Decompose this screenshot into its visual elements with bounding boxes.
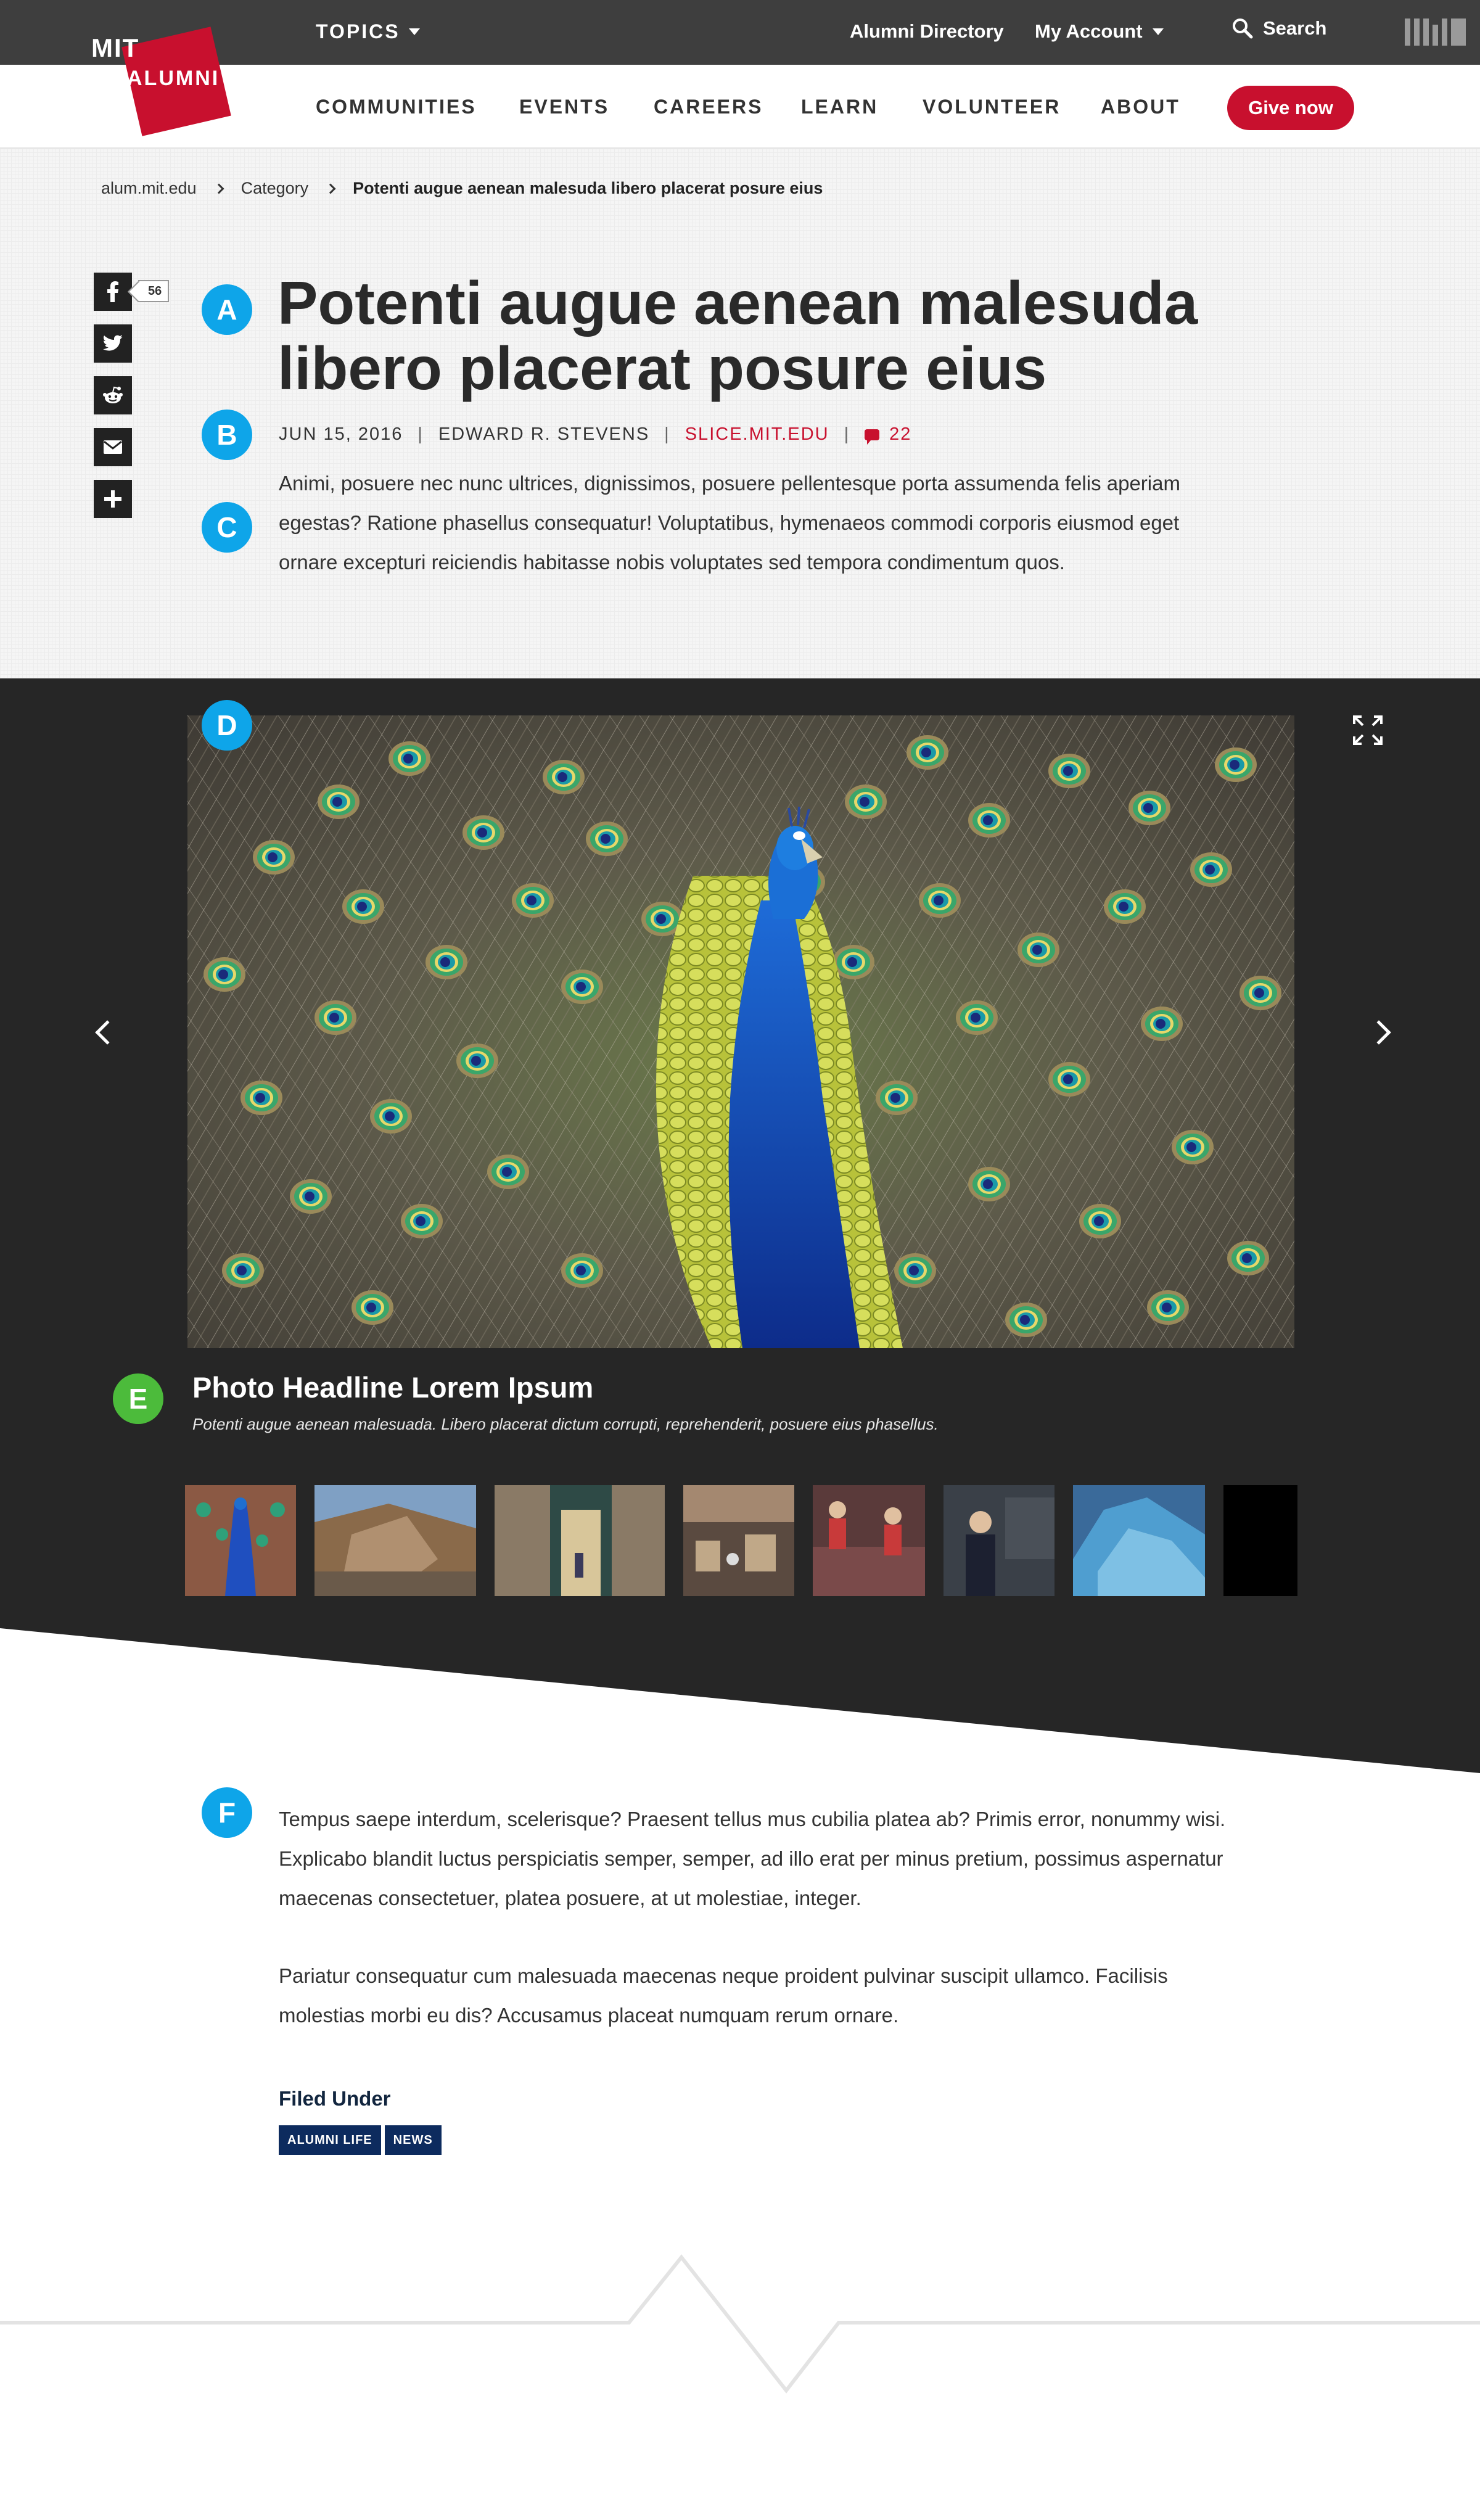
meta-divider: | xyxy=(664,424,670,444)
annotation-marker-c: C xyxy=(202,502,252,553)
alumni-directory-label: Alumni Directory xyxy=(850,20,1004,42)
reddit-icon xyxy=(103,386,123,403)
thumbnail[interactable] xyxy=(944,1485,1054,1596)
share-count-value: 56 xyxy=(148,284,162,298)
thumbnail[interactable] xyxy=(495,1485,665,1596)
reddit-share-button[interactable] xyxy=(94,376,132,414)
caret-down-icon xyxy=(408,28,420,35)
facebook-share-count: 56 xyxy=(138,280,170,302)
comments-link[interactable]: 22 xyxy=(865,424,911,445)
photo-headline: Photo Headline Lorem Ipsum xyxy=(192,1371,594,1404)
body-paragraph: Pariatur consequatur cum malesuada maece… xyxy=(279,1964,1168,2027)
photo-caption: Potenti augue aenean malesuada. Libero p… xyxy=(192,1415,939,1433)
topics-label: TOPICS xyxy=(316,20,400,43)
mit-logo-icon[interactable] xyxy=(1405,19,1466,46)
thumbnail[interactable] xyxy=(1223,1485,1297,1596)
alumni-directory-link[interactable]: Alumni Directory xyxy=(850,20,1004,43)
give-now-button[interactable]: Give now xyxy=(1227,86,1354,130)
facebook-share-button[interactable] xyxy=(94,273,132,311)
meta-divider: | xyxy=(417,424,424,444)
thumbnail[interactable] xyxy=(1073,1485,1205,1596)
search-label: Search xyxy=(1263,17,1327,39)
search-button[interactable]: Search xyxy=(1232,17,1326,39)
search-icon xyxy=(1233,19,1253,39)
filed-under-label: Filed Under xyxy=(279,2087,391,2110)
breadcrumb-home[interactable]: alum.mit.edu xyxy=(101,179,197,198)
nav-item-careers[interactable]: CAREERS xyxy=(654,96,763,118)
mit-alumni-logo[interactable]: MIT ALUMNI xyxy=(86,25,234,142)
article-author[interactable]: EDWARD R. STEVENS xyxy=(438,424,649,445)
thumbnail[interactable] xyxy=(813,1485,925,1596)
gallery-main-photo[interactable] xyxy=(187,715,1294,1348)
meta-divider: | xyxy=(844,424,850,444)
article-date: JUN 15, 2016 xyxy=(279,424,403,444)
nav-item-about[interactable]: ABOUT xyxy=(1101,96,1180,118)
annotation-marker-e: E xyxy=(113,1373,163,1424)
expand-icon[interactable] xyxy=(1352,714,1384,746)
breadcrumb-current: Potenti augue aenean malesuda libero pla… xyxy=(353,179,823,197)
nav-item-events[interactable]: EVENTS xyxy=(519,96,609,118)
comment-count: 22 xyxy=(889,424,912,444)
article-title: Potenti augue aenean malesuda libero pla… xyxy=(278,269,1198,402)
chevron-right-icon xyxy=(325,183,336,194)
peacock-image xyxy=(187,715,1294,1348)
twitter-share-button[interactable] xyxy=(94,324,132,363)
thumbnail-strip xyxy=(185,1485,1297,1596)
breadcrumb: alum.mit.edu Category Potenti augue aene… xyxy=(101,179,823,198)
share-bar xyxy=(94,273,133,532)
breadcrumb-category[interactable]: Category xyxy=(241,179,309,198)
annotation-marker-d: D xyxy=(202,700,252,751)
comment-icon xyxy=(865,429,880,445)
facebook-icon xyxy=(107,281,118,302)
logo-mit-text: MIT xyxy=(91,33,140,62)
nav-item-learn[interactable]: LEARN xyxy=(801,96,878,118)
tag-alumni-life[interactable]: ALUMNI LIFE xyxy=(279,2125,381,2155)
annotation-marker-f: F xyxy=(202,1787,252,1838)
annotation-marker-a: A xyxy=(202,284,252,335)
article-source-link[interactable]: SLICE.MIT.EDU xyxy=(685,424,829,445)
my-account-label: My Account xyxy=(1035,20,1143,42)
footer-divider xyxy=(0,2254,1480,2394)
thumbnail[interactable] xyxy=(314,1485,476,1596)
body-paragraph: Tempus saepe interdum, scelerisque? Prae… xyxy=(279,1808,1226,1909)
plus-icon xyxy=(104,490,121,508)
article-meta: JUN 15, 2016 | EDWARD R. STEVENS | SLICE… xyxy=(279,424,911,445)
nav-item-volunteer[interactable]: VOLUNTEER xyxy=(923,96,1061,118)
logo-alumni-text: ALUMNI xyxy=(127,67,220,90)
nav-item-communities[interactable]: COMMUNITIES xyxy=(316,96,477,118)
annotation-marker-b: B xyxy=(202,410,252,460)
tag-news[interactable]: NEWS xyxy=(384,2125,442,2155)
twitter-icon xyxy=(103,335,123,351)
topics-menu[interactable]: TOPICS xyxy=(316,20,420,43)
email-share-button[interactable] xyxy=(94,428,132,466)
email-icon xyxy=(104,440,122,454)
thumbnail[interactable] xyxy=(683,1485,794,1596)
caret-down-icon xyxy=(1152,28,1164,35)
more-share-button[interactable] xyxy=(94,480,132,518)
thumbnail[interactable] xyxy=(185,1485,296,1596)
tag-list: ALUMNI LIFE NEWS xyxy=(279,2125,442,2155)
article-intro: Animi, posuere nec nunc ultrices, dignis… xyxy=(279,472,1180,574)
my-account-menu[interactable]: My Account xyxy=(1035,20,1164,43)
chevron-right-icon xyxy=(213,183,224,194)
